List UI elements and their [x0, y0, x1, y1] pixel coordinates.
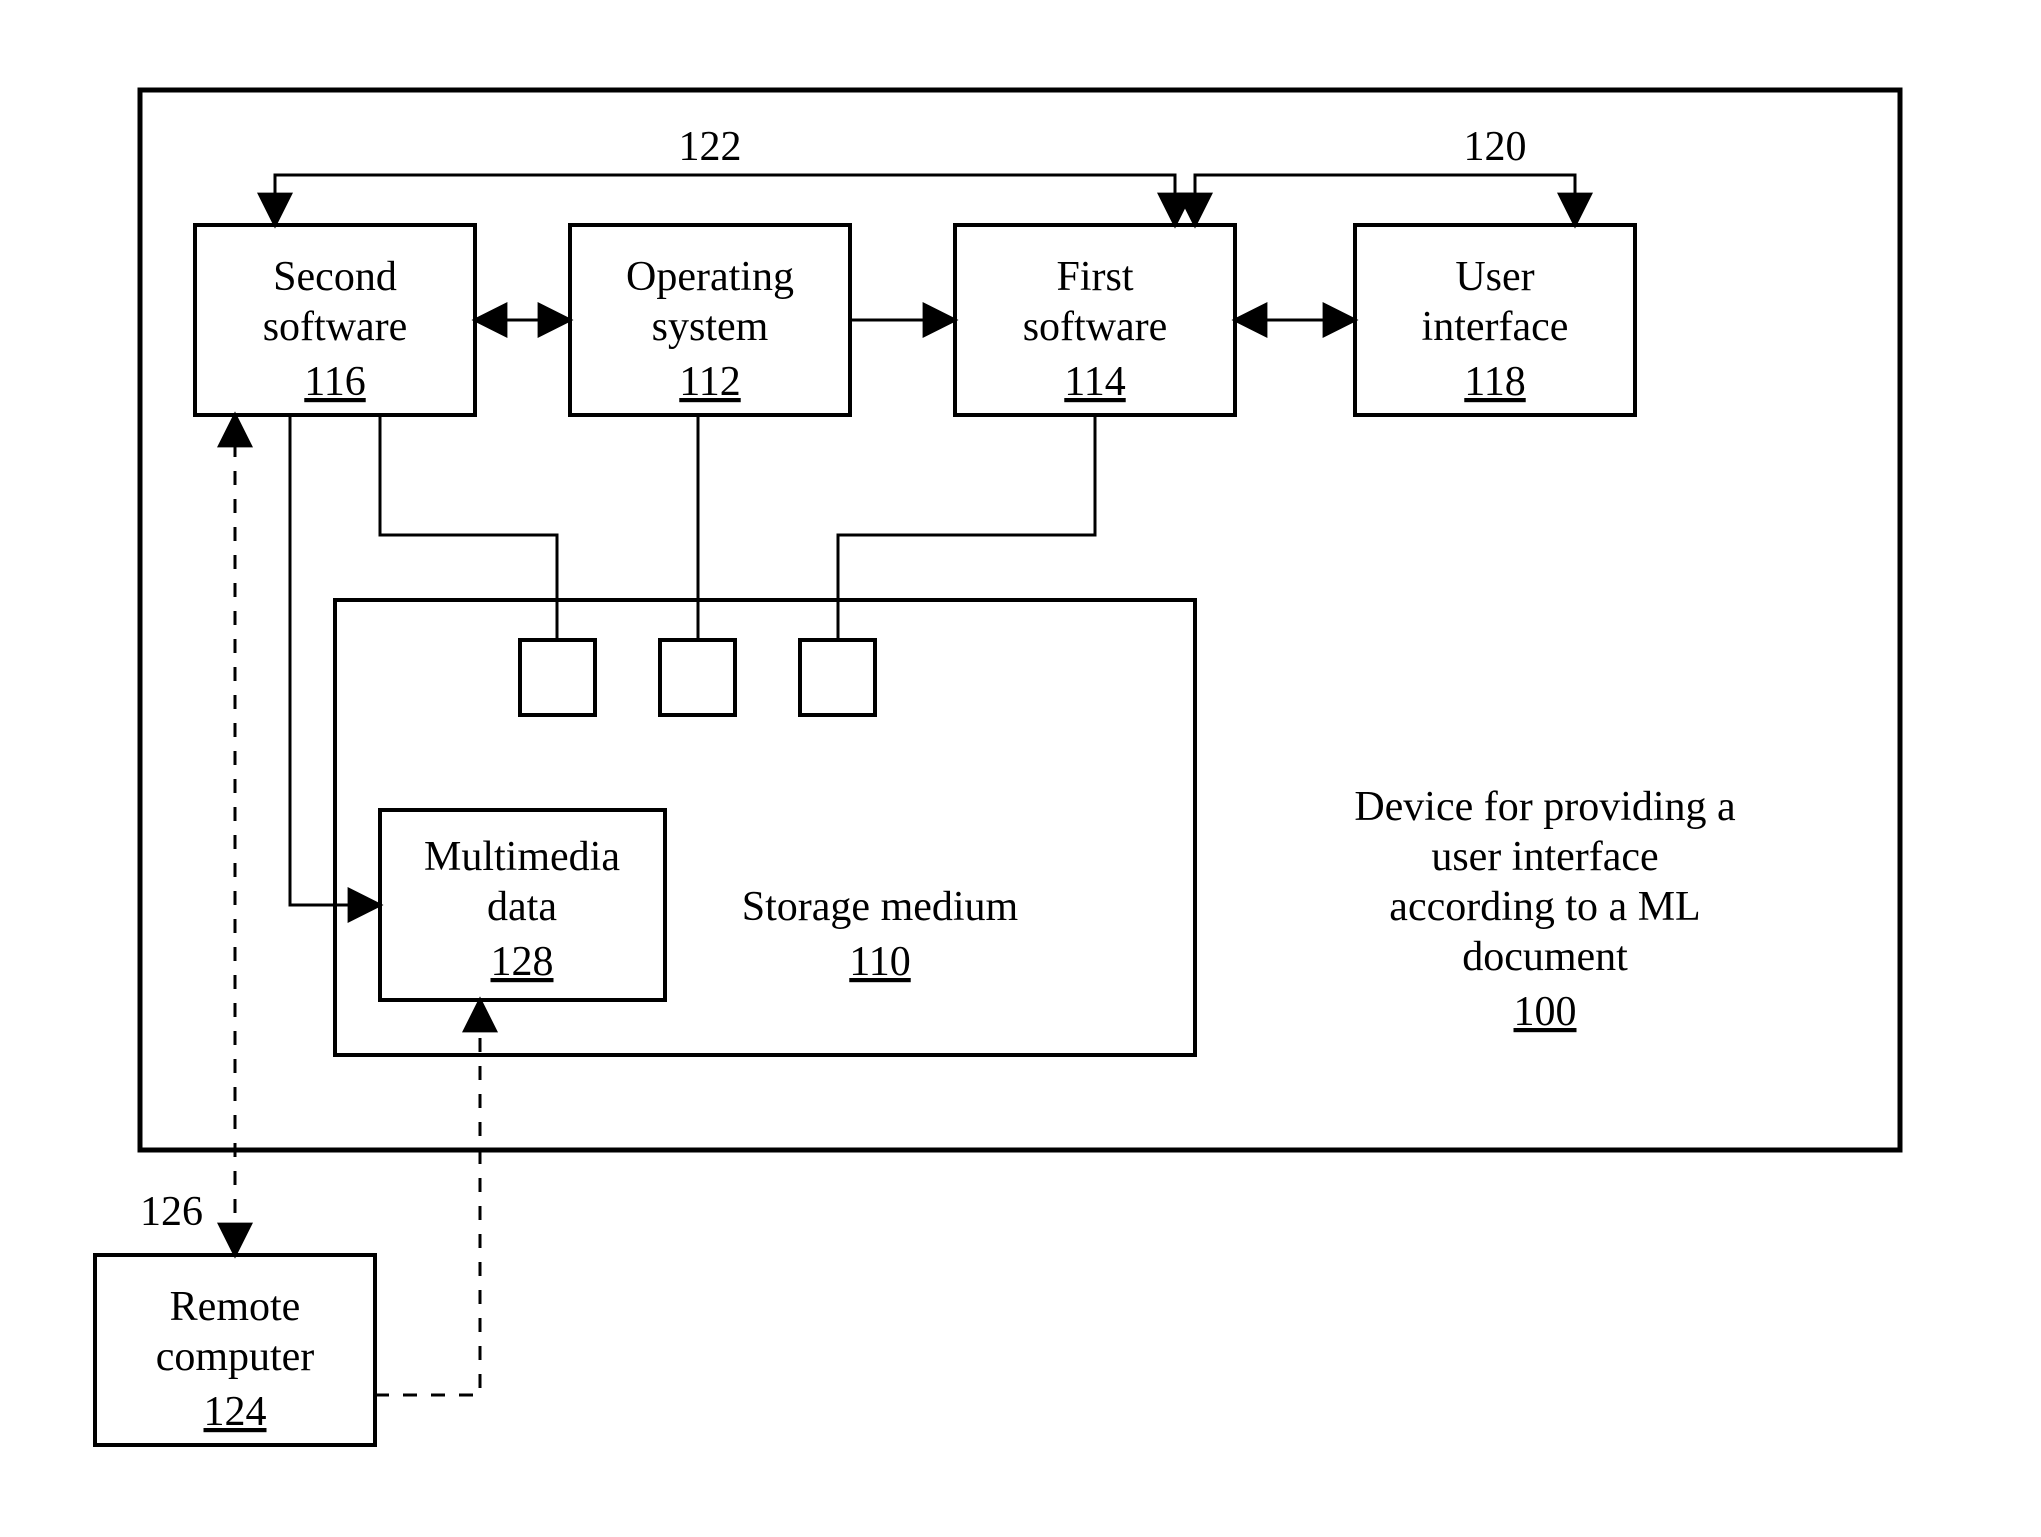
user-interface-ref: 118 — [1464, 359, 1525, 405]
multimedia-data-block: Multimedia data 128 — [380, 810, 665, 1000]
second-software-ref: 116 — [304, 359, 365, 405]
second-software-line1: Second — [273, 254, 397, 300]
label-122: 122 — [679, 124, 742, 170]
multimedia-data-ref: 128 — [491, 939, 554, 985]
device-caption-ref: 100 — [1514, 989, 1577, 1035]
second-software-line2: software — [263, 304, 408, 350]
connector-remote-multimedia — [375, 1000, 480, 1395]
device-caption-l1: Device for providing a — [1354, 784, 1736, 830]
multimedia-data-line1: Multimedia — [424, 834, 620, 880]
user-interface-block: User interface 118 — [1355, 225, 1635, 415]
device-caption-l2: user interface — [1431, 834, 1658, 880]
device-caption-l4: document — [1462, 934, 1628, 980]
first-software-line2: software — [1023, 304, 1168, 350]
second-software-block: Second software 116 — [195, 225, 475, 415]
storage-slot-3 — [800, 640, 875, 715]
device-caption-l3: according to a ML — [1389, 884, 1700, 930]
remote-computer-line2: computer — [156, 1334, 315, 1380]
storage-slot-2 — [660, 640, 735, 715]
storage-medium-label: Storage medium — [742, 884, 1019, 930]
multimedia-data-line2: data — [487, 884, 557, 930]
first-software-ref: 114 — [1064, 359, 1125, 405]
remote-computer-ref: 124 — [204, 1389, 267, 1435]
label-120: 120 — [1464, 124, 1527, 170]
remote-computer-block: Remote computer 124 — [95, 1255, 375, 1445]
user-interface-line1: User — [1455, 254, 1534, 300]
remote-computer-line1: Remote — [170, 1284, 301, 1330]
storage-slot-1 — [520, 640, 595, 715]
user-interface-line2: interface — [1422, 304, 1569, 350]
operating-system-ref: 112 — [679, 359, 740, 405]
connector-120 — [1195, 175, 1575, 225]
device-caption: Device for providing a user interface ac… — [1354, 784, 1736, 1035]
label-126: 126 — [140, 1189, 203, 1235]
connector-122 — [275, 175, 1175, 225]
operating-system-line2: system — [652, 304, 769, 350]
first-software-block: First software 114 — [955, 225, 1235, 415]
first-software-line1: First — [1056, 254, 1133, 300]
storage-medium-ref: 110 — [849, 939, 910, 985]
operating-system-block: Operating system 112 — [570, 225, 850, 415]
operating-system-line1: Operating — [626, 254, 794, 300]
